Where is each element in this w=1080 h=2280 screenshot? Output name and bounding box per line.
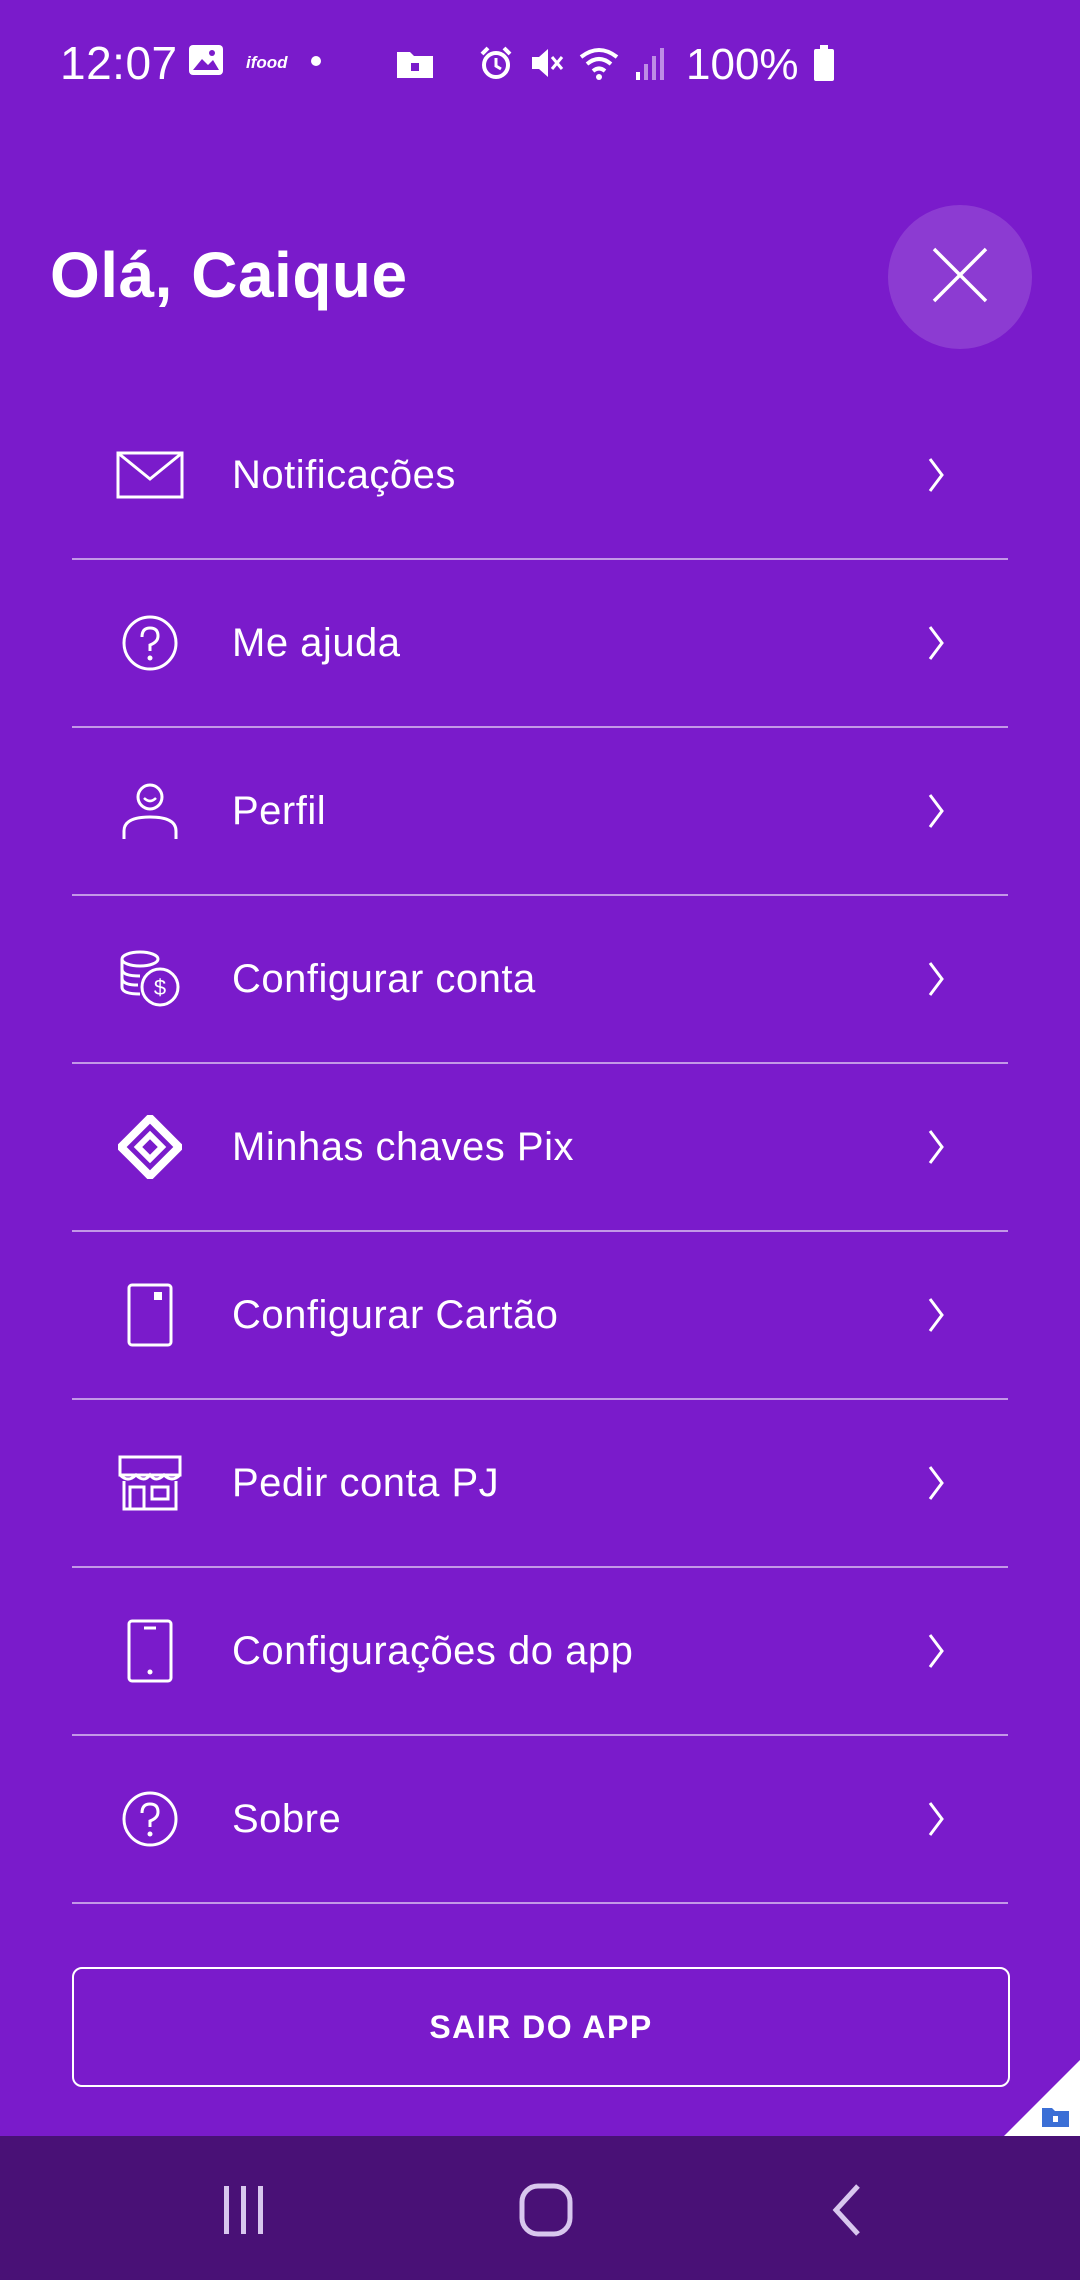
back-button[interactable] <box>818 2182 878 2242</box>
coins-icon: $ <box>110 939 190 1019</box>
recent-apps-button[interactable] <box>214 2182 274 2242</box>
store-icon <box>110 1443 190 1523</box>
image-icon <box>188 44 224 81</box>
chevron-right-icon <box>928 794 944 828</box>
battery-percent: 100% <box>686 40 799 89</box>
home-icon <box>518 2182 574 2243</box>
signal-icon <box>634 46 666 85</box>
menu-item-label: Perfil <box>232 788 327 833</box>
user-icon <box>110 771 190 851</box>
menu-item-configurar-conta[interactable]: $ Configurar conta <box>72 896 1008 1064</box>
chevron-right-icon <box>928 1130 944 1164</box>
recent-apps-icon <box>218 2184 270 2241</box>
alarm-icon <box>478 45 514 86</box>
menu-item-label: Minhas chaves Pix <box>232 1124 574 1169</box>
status-time: 12:07 <box>60 37 178 89</box>
menu-item-label: Configurar Cartão <box>232 1292 559 1337</box>
menu-item-configuracoes-app[interactable]: Configurações do app <box>72 1568 1008 1736</box>
close-button[interactable] <box>888 205 1032 349</box>
menu-item-configurar-cartao[interactable]: Configurar Cartão <box>72 1232 1008 1400</box>
menu-list: Notificações Me ajuda Perfil $ Configura… <box>72 392 1008 1904</box>
menu-item-chaves-pix[interactable]: Minhas chaves Pix <box>72 1064 1008 1232</box>
phone-icon <box>110 1611 190 1691</box>
wifi-icon <box>578 45 620 86</box>
menu-item-me-ajuda[interactable]: Me ajuda <box>72 560 1008 728</box>
menu-item-label: Me ajuda <box>232 620 401 665</box>
system-nav-bar <box>0 2136 1080 2280</box>
chevron-right-icon <box>928 1634 944 1668</box>
battery-icon <box>813 44 835 86</box>
pix-icon <box>110 1107 190 1187</box>
secure-folder-badge-icon[interactable] <box>1004 2060 1080 2136</box>
menu-item-sobre[interactable]: Sobre <box>72 1736 1008 1904</box>
menu-item-label: Configurações do app <box>232 1628 634 1673</box>
chevron-right-icon <box>928 1298 944 1332</box>
menu-item-label: Configurar conta <box>232 956 536 1001</box>
menu-item-pedir-conta-pj[interactable]: Pedir conta PJ <box>72 1400 1008 1568</box>
help-circle-icon <box>110 1779 190 1859</box>
back-icon <box>828 2182 868 2243</box>
ifood-icon: ifood <box>246 52 288 72</box>
menu-item-label: Notificações <box>232 452 456 497</box>
help-circle-icon <box>110 603 190 683</box>
logout-button[interactable]: SAIR DO APP <box>72 1967 1010 2087</box>
envelope-icon <box>110 435 190 515</box>
svg-text:$: $ <box>154 975 166 1000</box>
chevron-right-icon <box>928 1802 944 1836</box>
menu-item-notificacoes[interactable]: Notificações <box>72 392 1008 560</box>
menu-item-label: Pedir conta PJ <box>232 1460 500 1505</box>
dot-icon <box>310 54 322 72</box>
card-icon <box>110 1275 190 1355</box>
chevron-right-icon <box>928 626 944 660</box>
chevron-right-icon <box>928 962 944 996</box>
chevron-right-icon <box>928 1466 944 1500</box>
greeting-title: Olá, Caique <box>50 239 408 311</box>
status-bar: 12:07 ifood 100% <box>0 0 1080 130</box>
mute-icon <box>528 45 564 86</box>
home-button[interactable] <box>516 2182 576 2242</box>
chevron-right-icon <box>928 458 944 492</box>
close-icon <box>930 245 990 310</box>
menu-item-label: Sobre <box>232 1796 342 1841</box>
secure-folder-icon <box>396 47 434 84</box>
menu-item-perfil[interactable]: Perfil <box>72 728 1008 896</box>
